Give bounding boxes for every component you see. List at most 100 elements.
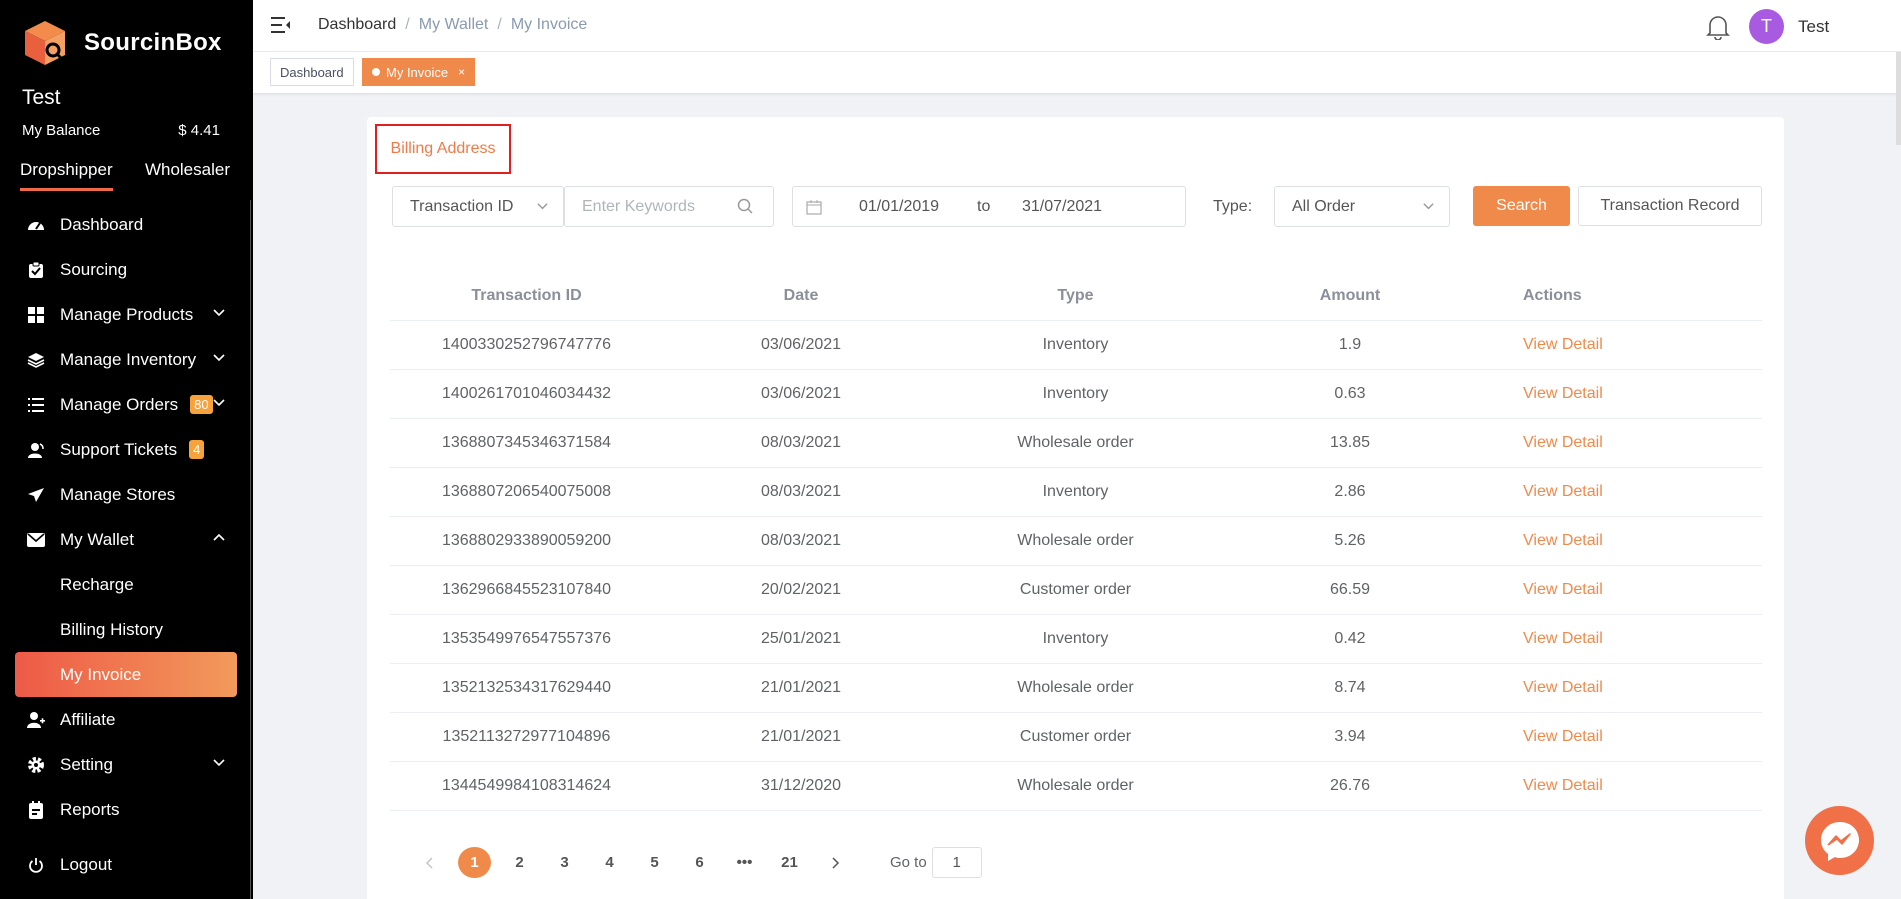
chevron-down-icon	[213, 309, 225, 317]
cell-amount: 13.85	[1329, 434, 1371, 451]
view-detail-link[interactable]: View Detail	[1523, 777, 1603, 794]
next-page-button[interactable]	[817, 847, 852, 878]
keyword-search-input[interactable]: Enter Keywords	[564, 186, 774, 227]
sidebar-item-my-wallet[interactable]: My Wallet	[0, 517, 253, 562]
cell-actions: View Detail	[1488, 679, 1688, 697]
cell-actions: View Detail	[1488, 385, 1688, 403]
avatar[interactable]: T	[1749, 9, 1784, 44]
sidebar-item-manage-inventory[interactable]: Manage Inventory	[0, 337, 253, 382]
orders-count-badge: 80	[190, 395, 213, 414]
calendar-icon	[806, 200, 822, 215]
view-detail-link[interactable]: View Detail	[1523, 336, 1603, 353]
page-21[interactable]: 21	[772, 847, 807, 878]
messenger-icon	[1820, 821, 1859, 861]
sidebar-item-reports[interactable]: Reports	[0, 787, 253, 832]
table-row: 1352132534317629440 21/01/2021 Wholesale o…	[390, 664, 1762, 713]
messenger-chat-button[interactable]	[1805, 806, 1874, 875]
transactions-table: Transaction ID Date Type Amount Actions …	[390, 271, 1762, 811]
cell-date: 03/06/2021	[760, 336, 842, 353]
tab-wholesaler[interactable]: Wholesaler	[145, 160, 230, 191]
column-header-type: Type	[1057, 286, 1094, 304]
cell-actions: View Detail	[1488, 777, 1688, 795]
pagination: 1 2 3 4 5 6 ••• 21 Go to	[412, 847, 982, 878]
sidebar-item-my-invoice[interactable]: My Invoice	[15, 652, 237, 697]
tag-dashboard[interactable]: Dashboard	[270, 58, 354, 86]
tag-my-invoice[interactable]: My Invoice ×	[362, 58, 476, 86]
sidebar-item-label: Dashboard	[60, 214, 144, 234]
sidebar-item-setting[interactable]: Setting	[0, 742, 253, 787]
tag-label: Dashboard	[280, 64, 344, 80]
sidebar-item-label: Manage Products	[60, 304, 194, 324]
view-detail-link[interactable]: View Detail	[1523, 581, 1603, 598]
breadcrumb-my-wallet[interactable]: My Wallet	[419, 16, 489, 34]
view-detail-link[interactable]: View Detail	[1523, 434, 1603, 451]
prev-page-button[interactable]	[412, 847, 447, 878]
chevron-left-icon	[425, 856, 433, 869]
sidebar-item-logout[interactable]: Logout	[0, 842, 253, 887]
sidebar-item-manage-stores[interactable]: Manage Stores	[0, 472, 253, 517]
column-header-transaction-id: Transaction ID	[471, 286, 582, 304]
cell-transaction-id: 1368807206540075008	[441, 483, 612, 500]
search-field-select[interactable]: Transaction ID	[392, 186, 564, 227]
date-range-picker[interactable]: 01/01/2019 to 31/07/2021	[792, 186, 1186, 227]
close-icon[interactable]: ×	[458, 65, 465, 79]
cell-date: 25/01/2021	[760, 630, 842, 647]
sidebar-item-dashboard[interactable]: Dashboard	[0, 202, 253, 247]
table-row: 1353549976547557376 25/01/2021 Inventory 0.…	[390, 615, 1762, 664]
chevron-down-icon	[537, 203, 548, 210]
table-header-row: Transaction ID Date Type Amount Actions	[390, 271, 1762, 321]
table-row: 1400330252796747776 03/06/2021 Inventory 1.…	[390, 321, 1762, 370]
sidebar-item-label: Logout	[60, 854, 112, 874]
view-detail-link[interactable]: View Detail	[1523, 630, 1603, 647]
order-type-select[interactable]: All Order	[1274, 186, 1450, 227]
tab-dropshipper[interactable]: Dropshipper	[20, 160, 113, 191]
sidebar-user-name: Test	[22, 86, 61, 109]
date-end[interactable]: 31/07/2021	[1022, 198, 1102, 216]
view-detail-link[interactable]: View Detail	[1523, 679, 1603, 696]
box-logo-icon	[25, 21, 65, 65]
cell-transaction-id: 1352132534317629440	[441, 679, 612, 696]
page-6[interactable]: 6	[682, 847, 717, 878]
chevron-down-icon	[213, 399, 225, 407]
sidebar-item-manage-orders[interactable]: Manage Orders 80	[0, 382, 253, 427]
sidebar-item-manage-products[interactable]: Manage Products	[0, 292, 253, 337]
select-value: Transaction ID	[410, 197, 514, 215]
page-4[interactable]: 4	[592, 847, 627, 878]
sidebar-item-support-tickets[interactable]: Support Tickets 4	[0, 427, 253, 472]
cell-transaction-id: 1400330252796747776	[441, 336, 612, 353]
view-detail-link[interactable]: View Detail	[1523, 483, 1603, 500]
cell-actions: View Detail	[1488, 630, 1688, 648]
date-start[interactable]: 01/01/2019	[859, 198, 939, 216]
breadcrumb-dashboard[interactable]: Dashboard	[318, 16, 396, 34]
transaction-record-button[interactable]: Transaction Record	[1578, 186, 1762, 226]
table-row: 1368802933890059200 08/03/2021 Wholesale o…	[390, 517, 1762, 566]
header-user-name[interactable]: Test	[1798, 17, 1829, 37]
brand-logo[interactable]: SourcinBox	[20, 18, 222, 68]
sidebar-item-recharge[interactable]: Recharge	[0, 562, 253, 607]
sidebar-item-sourcing[interactable]: Sourcing	[0, 247, 253, 292]
view-detail-link[interactable]: View Detail	[1523, 532, 1603, 549]
page-3[interactable]: 3	[547, 847, 582, 878]
menu-toggle-icon[interactable]	[271, 16, 291, 34]
page-5[interactable]: 5	[637, 847, 672, 878]
page-ellipsis[interactable]: •••	[727, 847, 762, 878]
billing-address-button[interactable]: Billing Address	[375, 124, 511, 174]
view-detail-link[interactable]: View Detail	[1523, 728, 1603, 745]
sidebar-item-affiliate[interactable]: Affiliate	[0, 697, 253, 742]
page-2[interactable]: 2	[502, 847, 537, 878]
cell-amount: 3.94	[1334, 728, 1366, 745]
mail-icon	[26, 530, 46, 550]
search-button[interactable]: Search	[1473, 186, 1570, 226]
chevron-down-icon	[1423, 203, 1434, 210]
grid-icon	[26, 305, 46, 325]
sidebar-divider	[250, 200, 251, 899]
notification-bell-icon[interactable]	[1706, 14, 1730, 40]
view-detail-link[interactable]: View Detail	[1523, 385, 1603, 402]
goto-page-input[interactable]	[931, 847, 982, 878]
sidebar-item-billing-history[interactable]: Billing History	[0, 607, 253, 652]
column-header-actions: Actions	[1523, 286, 1582, 304]
scrollbar[interactable]	[1896, 52, 1901, 145]
cell-actions: View Detail	[1488, 336, 1688, 354]
page-1[interactable]: 1	[457, 847, 492, 878]
breadcrumb-separator: /	[405, 16, 410, 33]
